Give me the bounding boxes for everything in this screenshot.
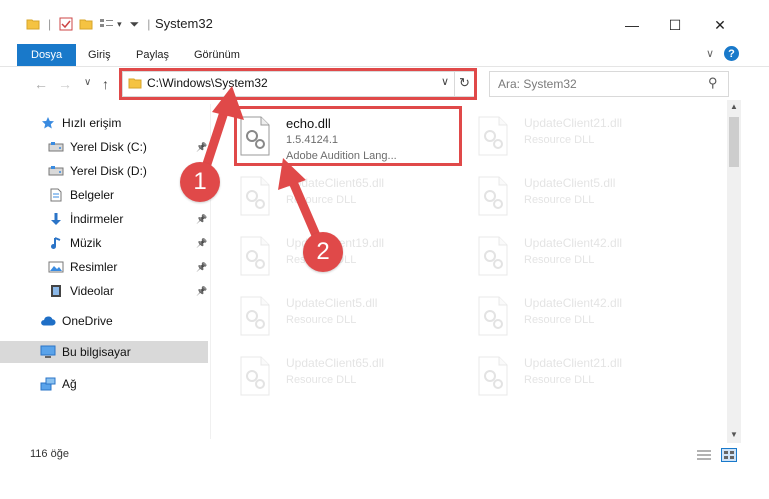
step-2-badge: 2 bbox=[303, 232, 343, 272]
arrow-1-icon bbox=[200, 86, 244, 175]
arrow-2-icon bbox=[278, 158, 323, 245]
annotation-arrows bbox=[200, 86, 323, 245]
file-explorer-window: | ▾ ⏷ | System32 — ☐ ✕ Dosya Giriş Payla… bbox=[0, 0, 769, 499]
step-1-badge: 1 bbox=[180, 162, 220, 202]
